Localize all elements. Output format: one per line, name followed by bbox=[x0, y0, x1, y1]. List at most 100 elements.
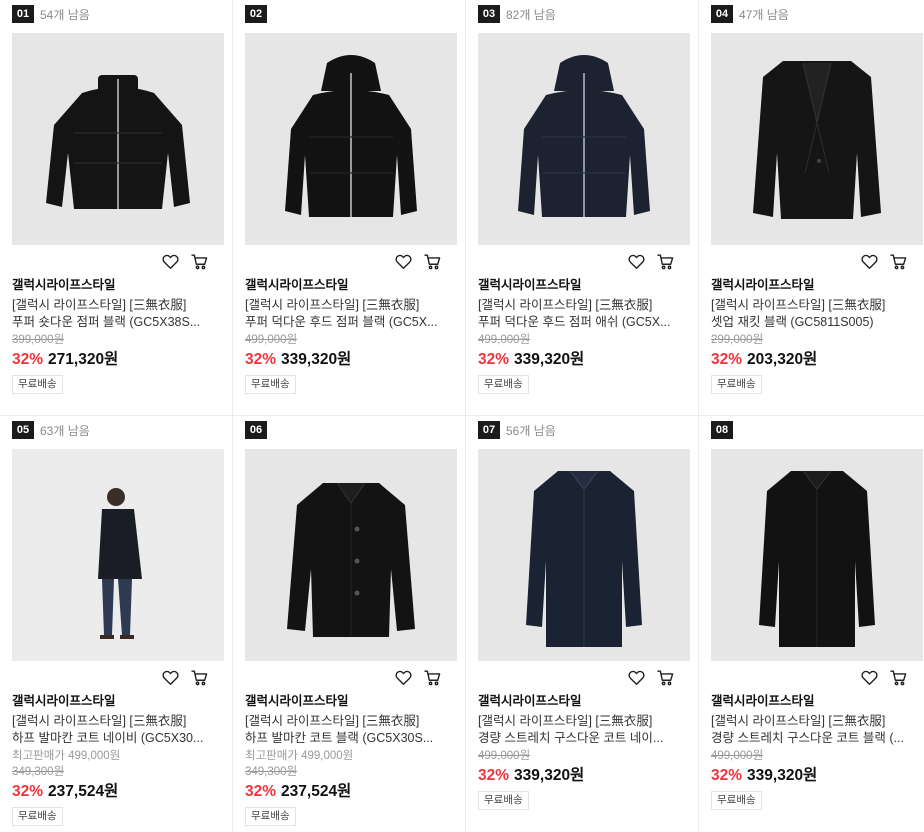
product-image-hooded-puffer-navy[interactable] bbox=[478, 33, 690, 245]
brand-name[interactable]: 갤럭시라이프스타일 bbox=[245, 693, 457, 709]
product-name-line1: [갤럭시 라이프스타일] [三無衣服] bbox=[711, 714, 886, 728]
rank-badge: 06 bbox=[245, 421, 267, 439]
product-card[interactable]: 05 63개 남음 갤럭시라이프스타일 [갤럭시 라이프스타일] [三無衣服] … bbox=[0, 416, 233, 832]
product-card[interactable]: 06 갤럭시라이프스타일 [갤럭시 라이프스타일] [三無衣服] 하프 발마칸 … bbox=[233, 416, 466, 832]
product-name[interactable]: [갤럭시 라이프스타일] [三無衣服] 하프 발마칸 코트 네이비 (GC5X3… bbox=[12, 713, 224, 747]
product-actions bbox=[626, 251, 675, 271]
cart-icon[interactable] bbox=[655, 251, 675, 271]
cart-icon[interactable] bbox=[888, 667, 908, 687]
brand-name[interactable]: 갤럭시라이프스타일 bbox=[711, 693, 923, 709]
cart-icon[interactable] bbox=[422, 251, 442, 271]
product-card[interactable]: 07 56개 남음 갤럭시라이프스타일 [갤럭시 라이프스타일] [三無衣服] … bbox=[466, 416, 699, 832]
sale-price: 339,320원 bbox=[747, 767, 818, 784]
product-name-line2: 경량 스트레치 구스다운 코트 네이... bbox=[478, 731, 664, 745]
free-shipping-badge: 무료배송 bbox=[12, 375, 63, 394]
cart-icon[interactable] bbox=[189, 667, 209, 687]
stock-remaining: 56개 남음 bbox=[506, 423, 556, 438]
product-card[interactable]: 04 47개 남음 갤럭시라이프스타일 [갤럭시 라이프스타일] [三無衣服] … bbox=[699, 0, 924, 416]
product-card[interactable]: 03 82개 남음 갤럭시라이프스타일 [갤럭시 라이프스타일] [三無衣服] … bbox=[466, 0, 699, 416]
discount-rate: 32% bbox=[478, 767, 510, 784]
original-price: 399,000원 bbox=[12, 334, 65, 346]
rank-badge: 04 bbox=[711, 5, 733, 23]
stock-remaining: 63개 남음 bbox=[40, 423, 90, 438]
discount-rate: 32% bbox=[711, 351, 743, 368]
product-actions bbox=[393, 251, 442, 271]
original-price: 499,000원 bbox=[711, 750, 764, 762]
product-name[interactable]: [갤럭시 라이프스타일] [三無衣服] 경량 스트레치 구스다운 코트 네이..… bbox=[478, 713, 690, 747]
rank-row: 01 54개 남음 bbox=[12, 5, 90, 23]
product-actions bbox=[160, 667, 209, 687]
sale-price: 339,320원 bbox=[514, 767, 585, 784]
product-image-model-wearing-coat[interactable] bbox=[12, 449, 224, 661]
product-info: 갤럭시라이프스타일 [갤럭시 라이프스타일] [三無衣服] 푸퍼 덕다운 후드 … bbox=[245, 277, 457, 394]
product-name[interactable]: [갤럭시 라이프스타일] [三無衣服] 푸퍼 덕다운 후드 점퍼 애쉬 (GC5… bbox=[478, 297, 690, 331]
rank-row: 08 bbox=[711, 421, 739, 439]
free-shipping-badge: 무료배송 bbox=[245, 375, 296, 394]
rank-badge: 01 bbox=[12, 5, 34, 23]
price-row: 32% 237,524원 bbox=[245, 782, 457, 802]
heart-icon[interactable] bbox=[626, 667, 646, 687]
product-image-puffer-jacket-black-short[interactable] bbox=[12, 33, 224, 245]
product-actions bbox=[626, 667, 675, 687]
brand-name[interactable]: 갤럭시라이프스타일 bbox=[12, 277, 224, 293]
product-image-long-down-coat-navy[interactable] bbox=[478, 449, 690, 661]
sale-price: 237,524원 bbox=[48, 783, 119, 800]
brand-name[interactable]: 갤럭시라이프스타일 bbox=[245, 277, 457, 293]
heart-icon[interactable] bbox=[160, 667, 180, 687]
product-actions bbox=[859, 667, 908, 687]
product-name-line1: [갤럭시 라이프스타일] [三無衣服] bbox=[245, 714, 420, 728]
product-name[interactable]: [갤럭시 라이프스타일] [三無衣服] 푸퍼 숏다운 점퍼 블랙 (GC5X38… bbox=[12, 297, 224, 331]
rank-row: 05 63개 남음 bbox=[12, 421, 90, 439]
product-image-long-down-coat-black[interactable] bbox=[711, 449, 923, 661]
rank-row: 03 82개 남음 bbox=[478, 5, 556, 23]
original-price: 499,000원 bbox=[478, 334, 531, 346]
product-card[interactable]: 02 갤럭시라이프스타일 [갤럭시 라이프스타일] [三無衣服] 푸퍼 덕다운 … bbox=[233, 0, 466, 416]
product-info: 갤럭시라이프스타일 [갤럭시 라이프스타일] [三無衣服] 하프 발마칸 코트 … bbox=[245, 693, 457, 826]
brand-name[interactable]: 갤럭시라이프스타일 bbox=[711, 277, 923, 293]
product-card[interactable]: 01 54개 남음 갤럭시라이프스타일 [갤럭시 라이프스타일] [三無衣服] … bbox=[0, 0, 233, 416]
sale-price: 339,320원 bbox=[514, 351, 585, 368]
cart-icon[interactable] bbox=[655, 667, 675, 687]
product-name-line2: 하프 발마칸 코트 네이비 (GC5X30... bbox=[12, 731, 204, 745]
cart-icon[interactable] bbox=[888, 251, 908, 271]
product-image-hooded-puffer-black[interactable] bbox=[245, 33, 457, 245]
rank-row: 02 bbox=[245, 5, 273, 23]
cart-icon[interactable] bbox=[422, 667, 442, 687]
heart-icon[interactable] bbox=[160, 251, 180, 271]
sale-price: 237,524원 bbox=[281, 783, 352, 800]
product-image-half-balmacaan-coat-black[interactable] bbox=[245, 449, 457, 661]
original-price: 499,000원 bbox=[478, 750, 531, 762]
product-name[interactable]: [갤럭시 라이프스타일] [三無衣服] 경량 스트레치 구스다운 코트 블랙 (… bbox=[711, 713, 923, 747]
product-name-line1: [갤럭시 라이프스타일] [三無衣服] bbox=[12, 298, 187, 312]
rank-row: 04 47개 남음 bbox=[711, 5, 789, 23]
free-shipping-badge: 무료배송 bbox=[12, 807, 63, 826]
product-name-line2: 푸퍼 숏다운 점퍼 블랙 (GC5X38S... bbox=[12, 315, 201, 329]
product-name-line1: [갤럭시 라이프스타일] [三無衣服] bbox=[245, 298, 420, 312]
price-row: 32% 339,320원 bbox=[478, 350, 690, 370]
rank-row: 07 56개 남음 bbox=[478, 421, 556, 439]
brand-name[interactable]: 갤럭시라이프스타일 bbox=[478, 693, 690, 709]
cart-icon[interactable] bbox=[189, 251, 209, 271]
product-name-line2: 푸퍼 덕다운 후드 점퍼 애쉬 (GC5X... bbox=[478, 315, 671, 329]
product-card[interactable]: 08 갤럭시라이프스타일 [갤럭시 라이프스타일] [三無衣服] 경량 스트레치… bbox=[699, 416, 924, 832]
brand-name[interactable]: 갤럭시라이프스타일 bbox=[478, 277, 690, 293]
product-name[interactable]: [갤럭시 라이프스타일] [三無衣服] 셋업 재킷 블랙 (GC5811S005… bbox=[711, 297, 923, 331]
discount-rate: 32% bbox=[478, 351, 510, 368]
free-shipping-badge: 무료배송 bbox=[711, 375, 762, 394]
product-name[interactable]: [갤럭시 라이프스타일] [三無衣服] 하프 발마칸 코트 블랙 (GC5X30… bbox=[245, 713, 457, 747]
product-image-blazer-black[interactable] bbox=[711, 33, 923, 245]
sale-price: 271,320원 bbox=[48, 351, 119, 368]
heart-icon[interactable] bbox=[859, 667, 879, 687]
discount-rate: 32% bbox=[245, 783, 277, 800]
original-price: 499,000원 bbox=[245, 334, 298, 346]
free-shipping-badge: 무료배송 bbox=[478, 375, 529, 394]
heart-icon[interactable] bbox=[859, 251, 879, 271]
heart-icon[interactable] bbox=[393, 667, 413, 687]
brand-name[interactable]: 갤럭시라이프스타일 bbox=[12, 693, 224, 709]
product-name-line2: 셋업 재킷 블랙 (GC5811S005) bbox=[711, 315, 874, 329]
heart-icon[interactable] bbox=[393, 251, 413, 271]
heart-icon[interactable] bbox=[626, 251, 646, 271]
product-actions bbox=[160, 251, 209, 271]
free-shipping-badge: 무료배송 bbox=[711, 791, 762, 810]
product-name[interactable]: [갤럭시 라이프스타일] [三無衣服] 푸퍼 덕다운 후드 점퍼 블랙 (GC5… bbox=[245, 297, 457, 331]
